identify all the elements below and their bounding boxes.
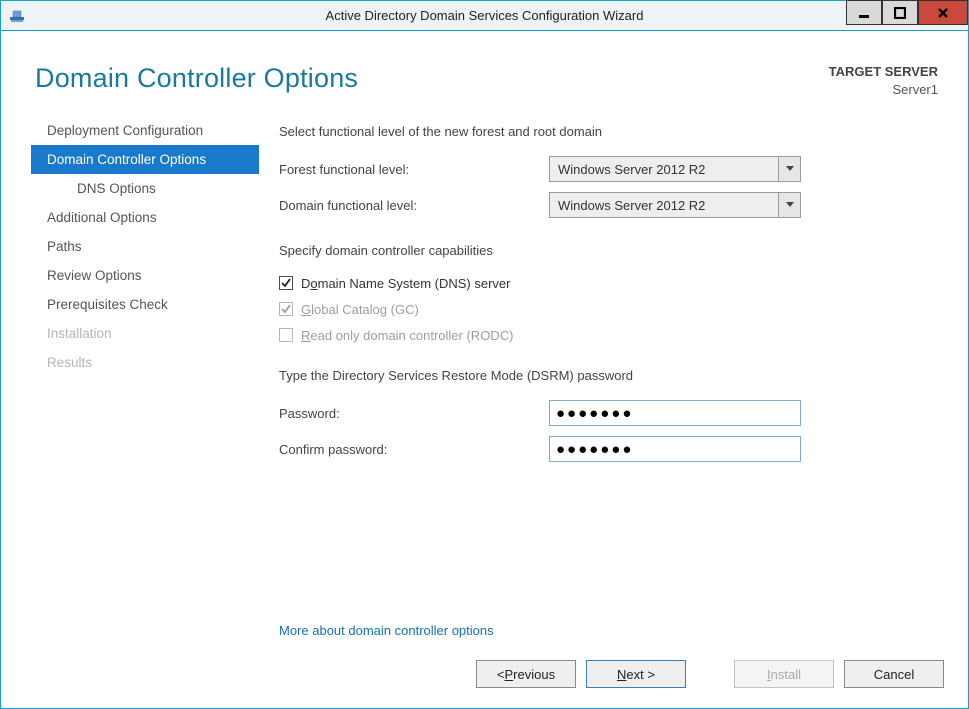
sidebar-item-paths[interactable]: Paths: [31, 232, 259, 261]
next-button[interactable]: Next >: [586, 660, 686, 688]
rodc-checkbox-row: Read only domain controller (RODC): [279, 322, 938, 348]
sidebar-item-domain-controller-options[interactable]: Domain Controller Options: [31, 145, 259, 174]
window-buttons: [846, 1, 968, 30]
target-server-block: TARGET SERVER Server1: [829, 63, 938, 98]
cancel-button[interactable]: Cancel: [844, 660, 944, 688]
password-input[interactable]: ●●●●●●●: [549, 400, 801, 426]
more-about-link[interactable]: More about domain controller options: [279, 623, 938, 638]
sidebar: Deployment Configuration Domain Controll…: [31, 112, 259, 656]
gc-checkbox: [279, 302, 293, 316]
gc-checkbox-row: Global Catalog (GC): [279, 296, 938, 322]
wizard-window: Active Directory Domain Services Configu…: [0, 0, 969, 709]
domain-level-label: Domain functional level:: [279, 198, 549, 213]
sidebar-item-additional-options[interactable]: Additional Options: [31, 203, 259, 232]
forest-level-row: Forest functional level: Windows Server …: [279, 151, 938, 187]
forest-level-select[interactable]: Windows Server 2012 R2: [549, 156, 801, 182]
sidebar-item-dns-options[interactable]: DNS Options: [31, 174, 259, 203]
gc-checkbox-label: Global Catalog (GC): [301, 302, 419, 317]
rodc-checkbox-label: Read only domain controller (RODC): [301, 328, 513, 343]
footer: < Previous Next > Install Cancel: [1, 656, 968, 708]
confirm-password-input[interactable]: ●●●●●●●: [549, 436, 801, 462]
dsrm-heading: Type the Directory Services Restore Mode…: [279, 368, 938, 383]
body: Deployment Configuration Domain Controll…: [1, 108, 968, 656]
rodc-checkbox: [279, 328, 293, 342]
dns-checkbox[interactable]: [279, 276, 293, 290]
domain-level-value: Windows Server 2012 R2: [550, 198, 778, 213]
confirm-password-row: Confirm password: ●●●●●●●: [279, 431, 938, 467]
dns-checkbox-row: Domain Name System (DNS) server: [279, 270, 938, 296]
chevron-down-icon[interactable]: [778, 157, 800, 181]
dns-checkbox-label[interactable]: Domain Name System (DNS) server: [301, 276, 511, 291]
domain-level-select[interactable]: Windows Server 2012 R2: [549, 192, 801, 218]
target-server-value: Server1: [829, 81, 938, 99]
forest-level-label: Forest functional level:: [279, 162, 549, 177]
minimize-button[interactable]: [846, 0, 882, 25]
previous-button[interactable]: < Previous: [476, 660, 576, 688]
functional-level-heading: Select functional level of the new fores…: [279, 124, 938, 139]
sidebar-item-prerequisites-check[interactable]: Prerequisites Check: [31, 290, 259, 319]
confirm-password-label: Confirm password:: [279, 442, 549, 457]
window-title: Active Directory Domain Services Configu…: [1, 8, 968, 23]
domain-level-row: Domain functional level: Windows Server …: [279, 187, 938, 223]
header: Domain Controller Options TARGET SERVER …: [1, 31, 968, 108]
target-server-label: TARGET SERVER: [829, 63, 938, 81]
forest-level-value: Windows Server 2012 R2: [550, 162, 778, 177]
password-row: Password: ●●●●●●●: [279, 395, 938, 431]
chevron-down-icon[interactable]: [778, 193, 800, 217]
maximize-button[interactable]: [882, 0, 918, 25]
sidebar-item-results: Results: [31, 348, 259, 377]
page-title: Domain Controller Options: [35, 63, 358, 94]
sidebar-item-installation: Installation: [31, 319, 259, 348]
close-button[interactable]: [918, 0, 968, 25]
capabilities-heading: Specify domain controller capabilities: [279, 243, 938, 258]
sidebar-item-deployment-configuration[interactable]: Deployment Configuration: [31, 116, 259, 145]
content-panel: Select functional level of the new fores…: [259, 112, 938, 656]
titlebar: Active Directory Domain Services Configu…: [1, 1, 968, 31]
password-label: Password:: [279, 406, 549, 421]
sidebar-item-review-options[interactable]: Review Options: [31, 261, 259, 290]
install-button: Install: [734, 660, 834, 688]
app-icon: [9, 8, 25, 24]
